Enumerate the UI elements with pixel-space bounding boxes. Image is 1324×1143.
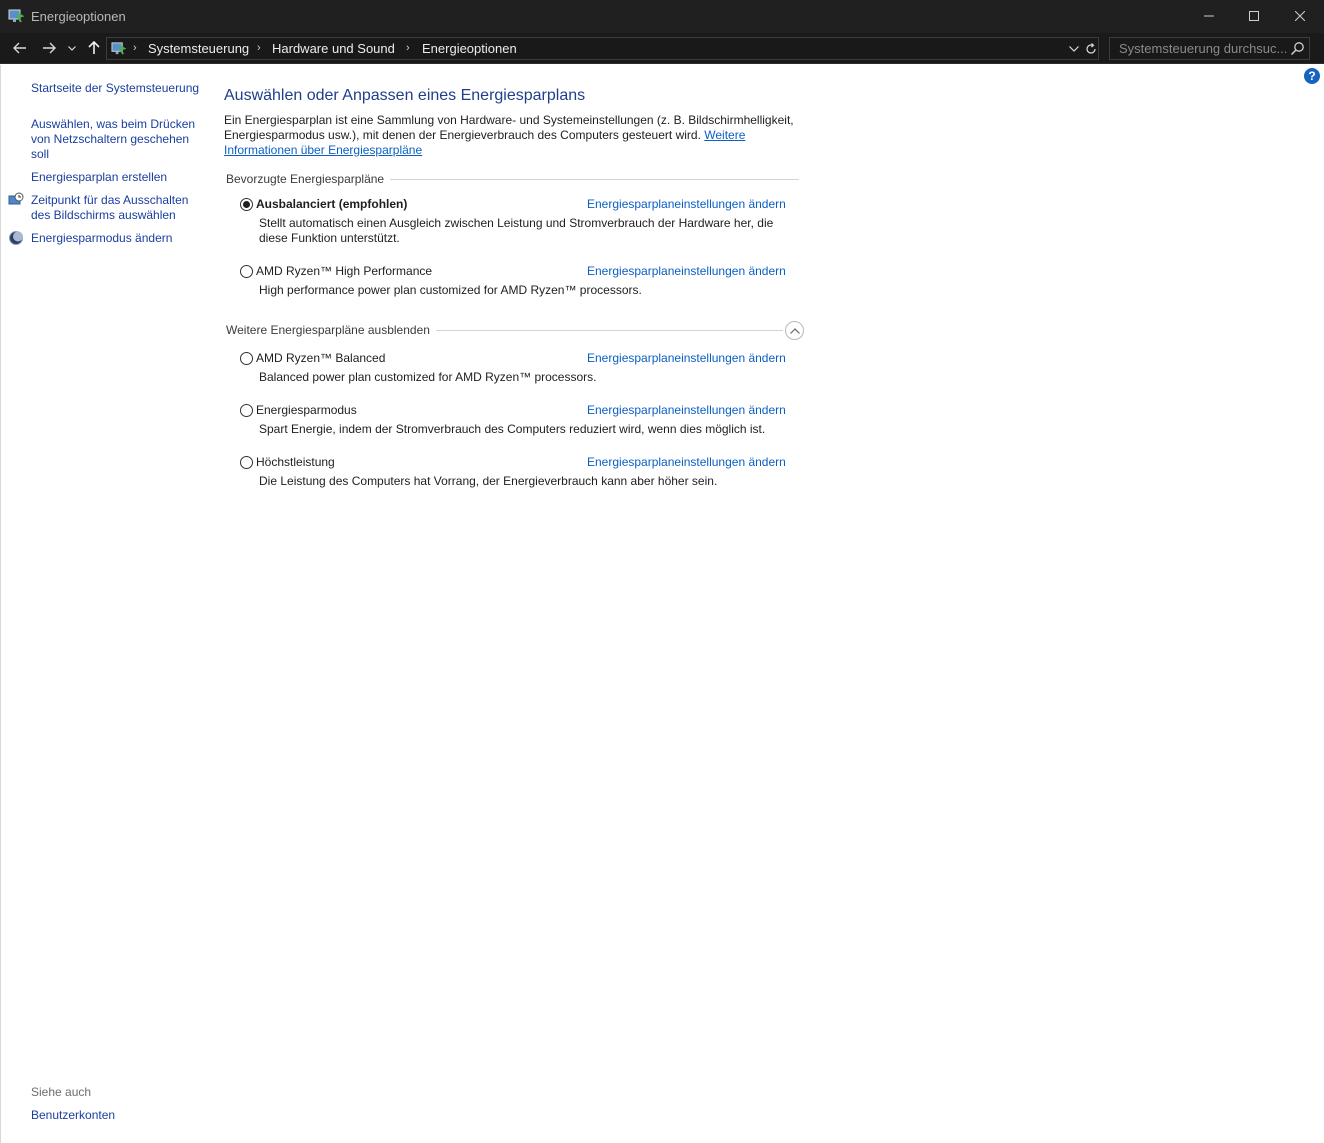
maximize-button[interactable] — [1231, 0, 1277, 32]
chevron-up-icon — [789, 327, 800, 334]
minimize-button[interactable] — [1186, 0, 1232, 32]
sidebar-link-energiesparmodus[interactable]: Energiesparmodus ändern — [31, 231, 203, 246]
intro-text: Ein Energiesparplan ist eine Sammlung vo… — [224, 113, 800, 158]
see-also-link-benutzerkonten[interactable]: Benutzerkonten — [31, 1108, 203, 1123]
chevron-down-icon — [1069, 46, 1079, 52]
search-box[interactable] — [1109, 37, 1310, 60]
power-options-icon — [8, 9, 24, 23]
breadcrumb-energieoptionen[interactable]: Energieoptionen — [422, 41, 517, 56]
clock-monitor-icon — [8, 192, 24, 205]
plan-name[interactable]: Energiesparmodus — [256, 403, 357, 417]
plan-settings-link[interactable]: Energiesparplaneinstellungen ändern — [587, 455, 786, 469]
sidebar-link-energiesparplan-erstellen[interactable]: Energiesparplan erstellen — [31, 170, 203, 185]
chevron-down-icon — [68, 45, 76, 51]
breadcrumb-separator-icon[interactable]: › — [406, 42, 410, 54]
help-icon[interactable]: ? — [1304, 68, 1320, 84]
plan-radio-ausbalanciert[interactable] — [240, 198, 253, 211]
plan-radio-hoechstleistung[interactable] — [240, 456, 253, 469]
sidebar: Startseite der Systemsteuerung Auswählen… — [0, 65, 208, 1143]
plan-description: High performance power plan customized f… — [259, 283, 642, 297]
back-button[interactable] — [9, 38, 31, 58]
window-title: Energieoptionen — [31, 9, 126, 24]
close-button[interactable] — [1277, 0, 1323, 32]
address-bar[interactable]: › Systemsteuerung › Hardware und Sound ›… — [106, 37, 1099, 60]
plan-name[interactable]: AMD Ryzen™ Balanced — [256, 351, 385, 365]
navigation-bar: › Systemsteuerung › Hardware und Sound ›… — [0, 33, 1324, 64]
arrow-up-icon — [88, 41, 100, 54]
up-button[interactable] — [83, 38, 105, 58]
close-icon — [1295, 11, 1305, 21]
see-also-heading: Siehe auch — [31, 1085, 92, 1099]
moon-icon — [9, 231, 23, 245]
search-icon[interactable] — [1290, 41, 1305, 56]
address-history-button[interactable] — [1067, 41, 1081, 57]
plan-radio-energiesparmodus[interactable] — [240, 404, 253, 417]
sidebar-link-netzschalter[interactable]: Auswählen, was beim Drücken von Netzscha… — [31, 117, 203, 162]
plan-description: Stellt automatisch einen Ausgleich zwisc… — [259, 216, 774, 245]
refresh-icon — [1086, 43, 1096, 54]
preferred-plans-heading: Bevorzugte Energiesparpläne — [226, 172, 391, 186]
plan-radio-amd-high-performance[interactable] — [240, 265, 253, 278]
arrow-right-icon — [43, 42, 56, 54]
plan-settings-link[interactable]: Energiesparplaneinstellungen ändern — [587, 197, 786, 211]
plan-description: Balanced power plan customized for AMD R… — [259, 370, 597, 384]
control-panel-icon — [111, 42, 126, 55]
plan-description: Spart Energie, indem der Stromverbrauch … — [259, 422, 766, 436]
breadcrumb-hardware-und-sound[interactable]: Hardware und Sound — [272, 41, 395, 56]
main-content: ? Auswählen oder Anpassen eines Energies… — [208, 65, 1324, 1143]
plan-name[interactable]: Ausbalanciert (empfohlen) — [256, 197, 407, 211]
page-title: Auswählen oder Anpassen eines Energiespa… — [224, 87, 586, 104]
plan-description: Die Leistung des Computers hat Vorrang, … — [259, 474, 718, 488]
arrow-left-icon — [13, 42, 26, 54]
plan-name[interactable]: Höchstleistung — [256, 455, 335, 469]
plan-settings-link[interactable]: Energiesparplaneinstellungen ändern — [587, 351, 786, 365]
plan-radio-amd-balanced[interactable] — [240, 352, 253, 365]
minimize-icon — [1204, 15, 1214, 17]
forward-button[interactable] — [38, 38, 60, 58]
breadcrumb-separator-icon[interactable]: › — [257, 42, 261, 54]
maximize-icon — [1249, 11, 1259, 21]
breadcrumb-systemsteuerung[interactable]: Systemsteuerung — [148, 41, 249, 56]
sidebar-link-bildschirm-ausschalten[interactable]: Zeitpunkt für das Ausschalten des Bildsc… — [31, 193, 203, 223]
breadcrumb-separator-icon[interactable]: › — [133, 42, 137, 54]
collapse-button[interactable] — [785, 321, 804, 340]
plan-settings-link[interactable]: Energiesparplaneinstellungen ändern — [587, 264, 786, 278]
search-input[interactable] — [1110, 38, 1288, 59]
plan-settings-link[interactable]: Energiesparplaneinstellungen ändern — [587, 403, 786, 417]
title-bar: Energieoptionen — [0, 0, 1324, 33]
refresh-button[interactable] — [1083, 41, 1099, 57]
plan-name[interactable]: AMD Ryzen™ High Performance — [256, 264, 432, 278]
sidebar-link-startseite[interactable]: Startseite der Systemsteuerung — [31, 81, 203, 96]
more-plans-heading[interactable]: Weitere Energiesparpläne ausblenden — [226, 323, 436, 337]
recent-locations-button[interactable] — [64, 38, 80, 58]
